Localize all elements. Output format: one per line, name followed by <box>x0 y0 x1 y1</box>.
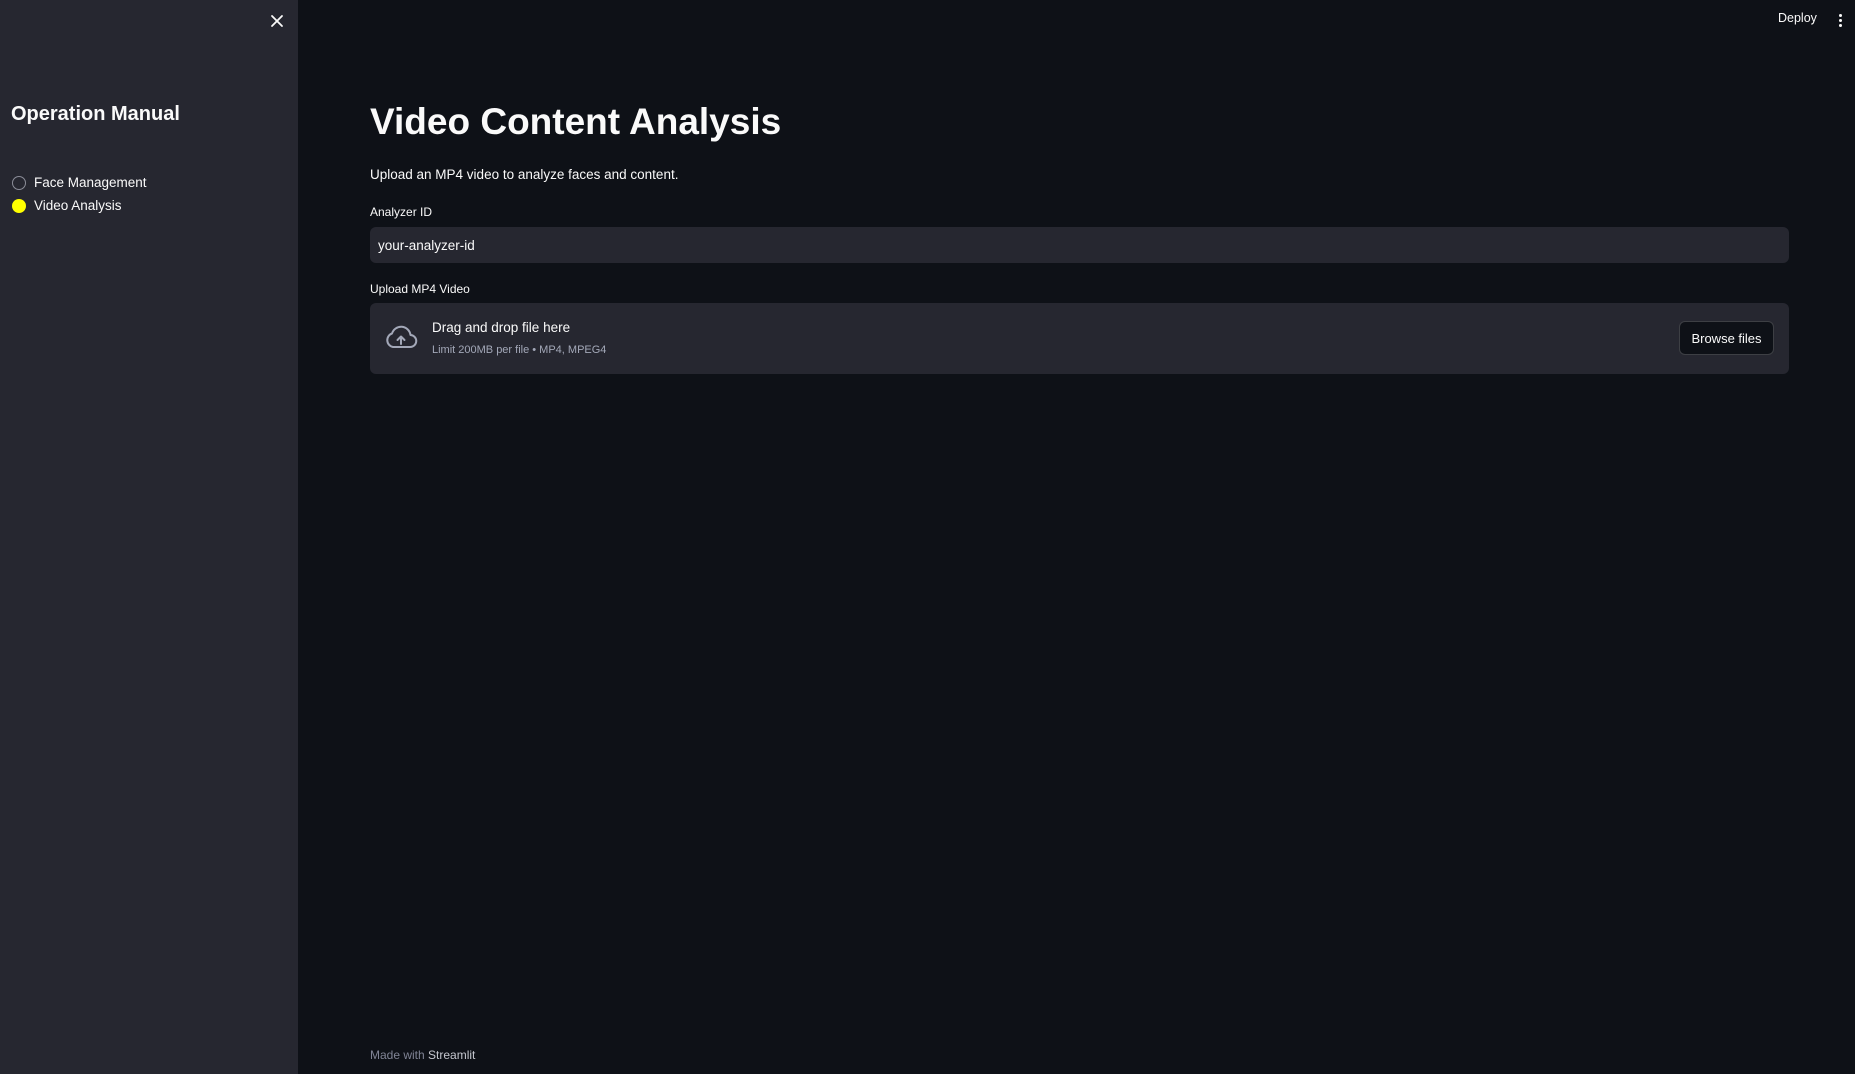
page-radio-group: Face Management Video Analysis <box>12 171 147 217</box>
analyzer-id-label: Analyzer ID <box>370 205 433 219</box>
sidebar: Operation Manual Face Management Video A… <box>0 0 298 1074</box>
deploy-button[interactable]: Deploy <box>1778 11 1817 25</box>
radio-option-video-analysis[interactable]: Video Analysis <box>12 194 147 217</box>
file-dropzone[interactable]: Drag and drop file here Limit 200MB per … <box>370 303 1789 374</box>
sidebar-title: Operation Manual <box>11 103 180 125</box>
upload-label: Upload MP4 Video <box>370 282 470 296</box>
close-icon[interactable] <box>266 10 288 32</box>
page-description: Upload an MP4 video to analyze faces and… <box>370 167 679 182</box>
radio-option-face-management[interactable]: Face Management <box>12 171 147 194</box>
dropzone-limit-text: Limit 200MB per file • MP4, MPEG4 <box>432 344 607 356</box>
streamlit-link[interactable]: Streamlit <box>428 1048 475 1062</box>
cloud-upload-icon <box>386 325 418 348</box>
footer-prefix: Made with <box>370 1048 425 1062</box>
analyzer-id-input[interactable] <box>370 227 1789 263</box>
radio-label: Face Management <box>34 175 147 190</box>
radio-unselected-icon[interactable] <box>12 175 26 190</box>
footer: Made with Streamlit <box>370 1048 475 1062</box>
radio-label: Video Analysis <box>34 198 122 213</box>
page-title: Video Content Analysis <box>370 101 782 142</box>
radio-selected-icon[interactable] <box>12 198 26 213</box>
app-root: Operation Manual Face Management Video A… <box>0 0 1855 1074</box>
browse-files-button[interactable]: Browse files <box>1679 321 1774 355</box>
kebab-menu-icon[interactable] <box>1836 10 1844 30</box>
dropzone-instructions: Drag and drop file here <box>432 320 571 335</box>
